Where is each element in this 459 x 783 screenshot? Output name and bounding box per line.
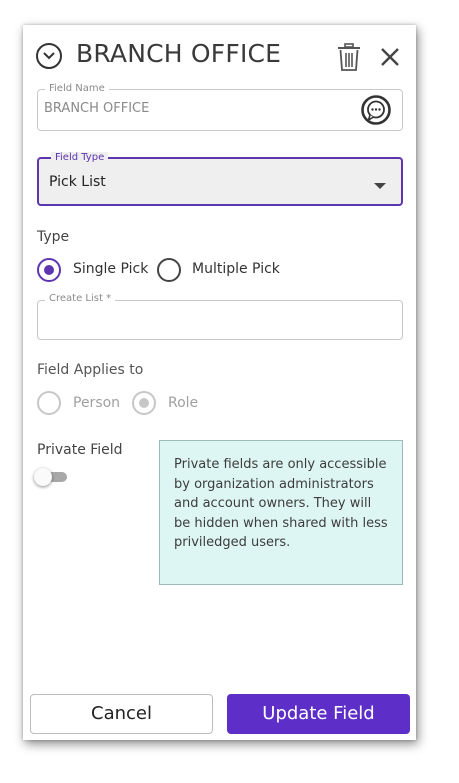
radio-multiple-pick[interactable] [157,258,181,282]
field-type-label: Field Type [51,152,109,163]
radio-role[interactable] [132,391,156,415]
trash-icon[interactable] [337,43,361,75]
radio-role-label: Role [168,395,199,411]
field-name-label: Field Name [45,83,109,94]
radio-multiple-pick-label[interactable]: Multiple Pick [192,261,280,277]
create-list-input[interactable] [37,300,403,340]
radio-single-pick[interactable] [37,258,61,282]
radio-person-label: Person [73,395,121,411]
private-field-tooltip: Private fields are only accessible by or… [159,440,403,585]
field-type-value: Pick List [49,174,106,190]
field-name-value: BRANCH OFFICE [44,101,150,116]
private-field-toggle-knob[interactable] [34,468,52,486]
create-list-label: Create List * [45,293,116,304]
panel-title: BRANCH OFFICE [76,39,282,68]
close-icon[interactable] [379,46,401,72]
private-field-label: Private Field [37,442,123,458]
radio-single-pick-label[interactable]: Single Pick [73,261,148,277]
caret-down-icon[interactable] [374,183,386,189]
type-section-label: Type [37,229,70,245]
chevron-down-circle-icon[interactable] [36,43,62,69]
chat-bubble-icon[interactable] [360,94,392,130]
applies-to-label: Field Applies to [37,362,144,378]
radio-person[interactable] [37,391,61,415]
edit-field-panel: BRANCH OFFICE Field Name BRANCH OFFICE F… [23,25,416,740]
update-field-button[interactable]: Update Field [227,694,410,734]
cancel-button[interactable]: Cancel [30,694,213,734]
